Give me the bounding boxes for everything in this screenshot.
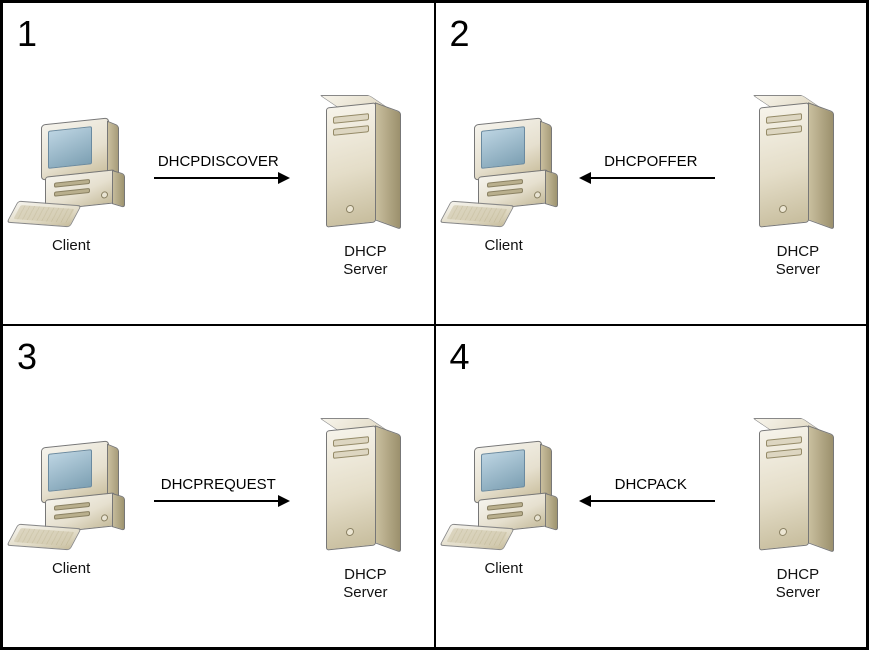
arrow-block: DHCPOFFER	[576, 153, 726, 184]
panel-4: 4 Client DHCPACK DHCPServer	[435, 325, 868, 648]
client-label: Client	[52, 560, 90, 578]
arrow-block: DHCPREQUEST	[143, 476, 293, 507]
panel-1: 1 Client DHCPDISCOVER DHCPServer	[2, 2, 435, 325]
server-endpoint: DHCPServer	[730, 97, 866, 279]
client-endpoint: Client	[3, 121, 139, 255]
arrow-right-icon	[148, 172, 288, 184]
server-label: DHCPServer	[776, 566, 820, 602]
client-label: Client	[484, 560, 522, 578]
arrow-left-icon	[581, 172, 721, 184]
arrow-block: DHCPDISCOVER	[143, 153, 293, 184]
panel-content: Client DHCPACK DHCPServer	[436, 401, 867, 621]
message-label: DHCPACK	[615, 476, 687, 493]
computer-icon	[11, 444, 131, 554]
panel-content: Client DHCPREQUEST DHCPServer	[3, 401, 434, 621]
panel-content: Client DHCPDISCOVER DHCPServer	[3, 78, 434, 298]
panel-number: 3	[17, 336, 37, 378]
panel-2: 2 Client DHCPOFFER DHCPServer	[435, 2, 868, 325]
panel-content: Client DHCPOFFER DHCPServer	[436, 78, 867, 298]
computer-icon	[11, 121, 131, 231]
server-icon	[320, 97, 410, 237]
server-icon	[753, 420, 843, 560]
server-icon	[320, 420, 410, 560]
message-label: DHCPREQUEST	[161, 476, 276, 493]
client-endpoint: Client	[436, 121, 572, 255]
message-label: DHCPDISCOVER	[158, 153, 279, 170]
server-endpoint: DHCPServer	[297, 420, 433, 602]
server-icon	[753, 97, 843, 237]
diagram-grid: 1 Client DHCPDISCOVER DHCPServer	[0, 0, 869, 650]
message-label: DHCPOFFER	[604, 153, 697, 170]
server-label: DHCPServer	[776, 243, 820, 279]
panel-3: 3 Client DHCPREQUEST DHCPServer	[2, 325, 435, 648]
panel-number: 1	[17, 13, 37, 55]
computer-icon	[444, 444, 564, 554]
computer-icon	[444, 121, 564, 231]
server-endpoint: DHCPServer	[730, 420, 866, 602]
arrow-block: DHCPACK	[576, 476, 726, 507]
server-label: DHCPServer	[343, 243, 387, 279]
panel-number: 4	[450, 336, 470, 378]
arrow-right-icon	[148, 495, 288, 507]
server-label: DHCPServer	[343, 566, 387, 602]
arrow-left-icon	[581, 495, 721, 507]
client-label: Client	[52, 237, 90, 255]
panel-number: 2	[450, 13, 470, 55]
server-endpoint: DHCPServer	[297, 97, 433, 279]
client-label: Client	[484, 237, 522, 255]
client-endpoint: Client	[436, 444, 572, 578]
client-endpoint: Client	[3, 444, 139, 578]
